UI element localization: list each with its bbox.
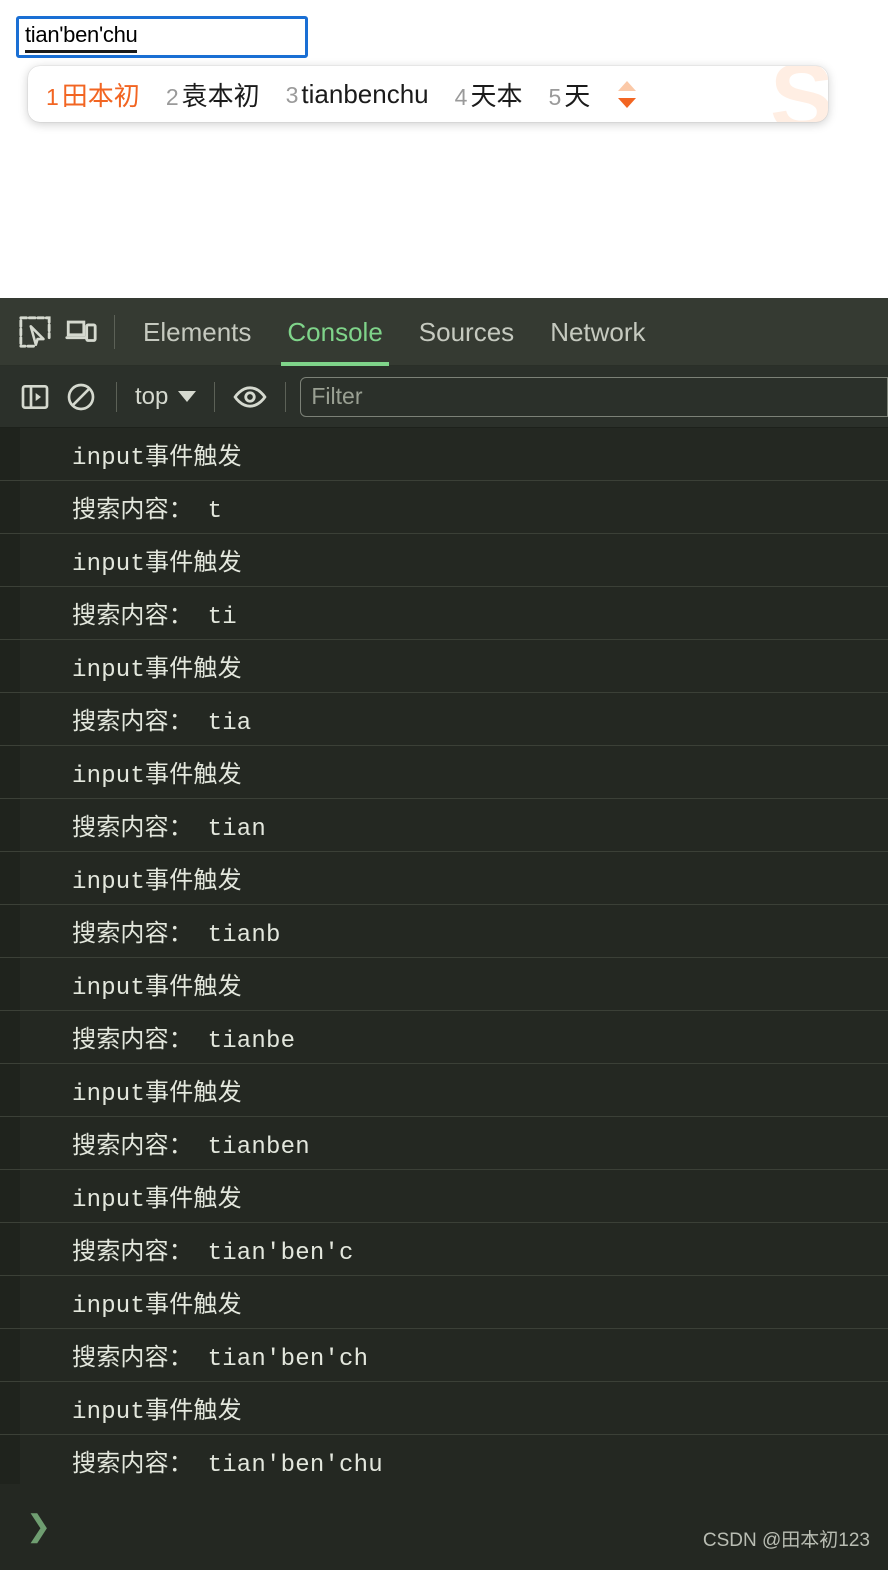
console-message-text: 搜索内容： tian xyxy=(72,816,267,843)
devtools-panel: Elements Console Sources Network top Fil… xyxy=(0,298,888,1570)
ime-composition-text: tian'ben'chu xyxy=(25,21,138,53)
console-row[interactable]: input事件触发 xyxy=(0,958,888,1011)
devtools-tabbar: Elements Console Sources Network xyxy=(0,298,888,366)
chevron-down-icon xyxy=(178,391,197,402)
console-message-text: 搜索内容： tian'ben'c xyxy=(72,1240,354,1267)
console-row[interactable]: input事件触发 xyxy=(0,640,888,693)
console-message-text: input事件触发 xyxy=(72,763,242,790)
console-message-text: input事件触发 xyxy=(72,551,242,578)
console-message-text: 搜索内容： ti xyxy=(72,604,237,631)
console-message-text: 搜索内容： tian'ben'ch xyxy=(72,1346,369,1373)
console-row[interactable]: input事件触发 xyxy=(0,1170,888,1223)
console-message-text: input事件触发 xyxy=(72,869,242,896)
console-filter-input[interactable] xyxy=(300,376,888,417)
filterbar-divider-3 xyxy=(285,381,287,412)
console-message-text: input事件触发 xyxy=(72,1081,242,1108)
live-expression-eye-icon[interactable] xyxy=(227,374,273,420)
chevron-up-icon[interactable] xyxy=(618,80,637,91)
console-message-text: input事件触发 xyxy=(72,1293,242,1320)
console-row[interactable]: input事件触发 xyxy=(0,746,888,799)
toolbar-divider xyxy=(114,314,115,349)
console-message-text: 搜索内容： tian'ben'chu xyxy=(72,1452,383,1479)
console-row[interactable]: 搜索内容： tian'ben'ch xyxy=(0,1329,888,1382)
console-row[interactable]: input事件触发 xyxy=(0,1064,888,1117)
ime-candidate-number: 1 xyxy=(46,83,59,110)
search-input[interactable]: tian'ben'chu xyxy=(16,16,308,58)
ime-candidate-number: 4 xyxy=(454,83,468,110)
ime-candidate-text: 田本初 xyxy=(61,80,140,111)
ime-candidate-1[interactable]: 1 田本初 xyxy=(46,76,140,113)
console-message-text: 搜索内容： tianb xyxy=(72,922,281,949)
console-message-text: input事件触发 xyxy=(72,445,242,472)
tab-sources[interactable]: Sources xyxy=(401,298,532,366)
tab-network[interactable]: Network xyxy=(532,298,663,366)
tab-elements[interactable]: Elements xyxy=(125,298,269,366)
console-message-text: input事件触发 xyxy=(72,1399,242,1426)
ime-candidate-2[interactable]: 2 袁本初 xyxy=(166,76,260,113)
csdn-watermark: CSDN @田本初123 xyxy=(702,1530,870,1551)
ime-candidate-text: tianbenchu xyxy=(301,78,429,109)
console-message-list[interactable]: input事件触发 搜索内容： t input事件触发 搜索内容： ti inp… xyxy=(0,428,888,1494)
console-row[interactable]: input事件触发 xyxy=(0,852,888,905)
console-row[interactable]: 搜索内容： ti xyxy=(0,587,888,640)
ime-candidate-number: 3 xyxy=(285,81,299,108)
prompt-chevron-icon: ❯ xyxy=(26,1510,52,1543)
console-row[interactable]: input事件触发 xyxy=(0,1382,888,1435)
device-toolbar-icon[interactable] xyxy=(58,309,104,355)
sogou-watermark: S xyxy=(769,66,828,122)
ime-candidate-number: 2 xyxy=(165,83,179,110)
console-message-text: 搜索内容： t xyxy=(72,498,223,525)
console-row[interactable]: 搜索内容： tian'ben'c xyxy=(0,1223,888,1276)
execution-context-selector[interactable]: top xyxy=(129,383,202,411)
console-row[interactable]: 搜索内容： tian xyxy=(0,799,888,852)
console-row[interactable]: 搜索内容： tianbe xyxy=(0,1011,888,1064)
tab-console[interactable]: Console xyxy=(269,298,400,366)
console-row[interactable]: 搜索内容： tian'ben'chu xyxy=(0,1435,888,1488)
ime-candidate-text: 袁本初 xyxy=(181,80,260,111)
console-row[interactable]: 搜索内容： t xyxy=(0,481,888,534)
web-page-area: tian'ben'chu S 1 田本初 2 袁本初 3 tianbenchu … xyxy=(0,0,888,298)
console-row[interactable]: input事件触发 xyxy=(0,428,888,481)
ime-candidate-text: 天本 xyxy=(470,80,523,111)
clear-console-icon[interactable] xyxy=(58,374,104,420)
execution-context-label: top xyxy=(135,382,169,410)
console-row[interactable]: input事件触发 xyxy=(0,534,888,587)
ime-candidate-bar[interactable]: S 1 田本初 2 袁本初 3 tianbenchu 4 天本 5 天 xyxy=(28,66,828,122)
filterbar-divider xyxy=(116,381,117,412)
console-row[interactable]: 搜索内容： tianb xyxy=(0,905,888,958)
console-message-text: 搜索内容： tia xyxy=(72,710,252,737)
console-row[interactable]: 搜索内容： tianben xyxy=(0,1117,888,1170)
filterbar-divider-2 xyxy=(214,381,216,412)
ime-candidate-4[interactable]: 4 天本 xyxy=(455,76,523,113)
console-sidebar-icon[interactable] xyxy=(12,374,58,420)
inspect-element-icon[interactable] xyxy=(12,309,58,355)
console-message-text: 搜索内容： tianbe xyxy=(72,1028,296,1055)
console-message-text: input事件触发 xyxy=(72,1187,242,1214)
console-filterbar: top xyxy=(0,366,888,428)
console-row[interactable]: 搜索内容： tia xyxy=(0,693,888,746)
ime-page-nav[interactable] xyxy=(618,80,637,108)
console-message-text: input事件触发 xyxy=(72,975,242,1002)
console-row[interactable]: input事件触发 xyxy=(0,1276,888,1329)
ime-candidate-5[interactable]: 5 天 xyxy=(548,76,590,113)
console-message-text: 搜索内容： tianben xyxy=(72,1134,310,1161)
ime-candidate-number: 5 xyxy=(548,83,562,110)
console-message-text: input事件触发 xyxy=(72,657,242,684)
ime-candidate-text: 天 xyxy=(564,80,591,111)
chevron-down-icon[interactable] xyxy=(618,97,637,108)
ime-candidate-3[interactable]: 3 tianbenchu xyxy=(286,79,429,110)
